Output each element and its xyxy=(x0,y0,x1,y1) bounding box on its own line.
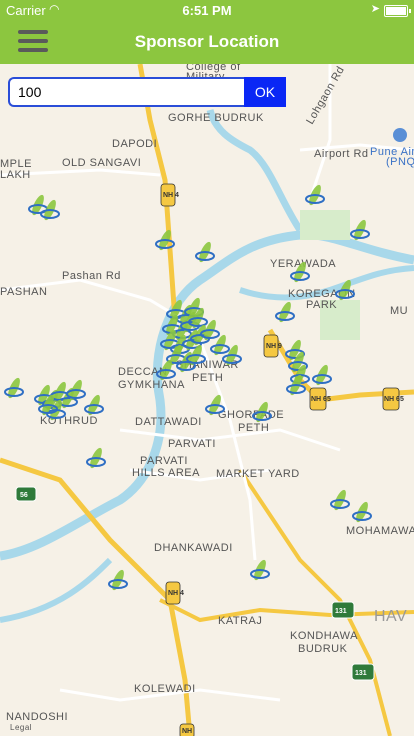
sponsor-leaf-marker-icon[interactable] xyxy=(352,500,372,523)
map-label: KOLEWADI xyxy=(134,683,196,695)
map-label: Airport Rd xyxy=(314,148,369,160)
sponsor-leaf-marker-icon[interactable] xyxy=(350,218,370,241)
nav-bar: Sponsor Location xyxy=(0,20,414,64)
airport-icon xyxy=(393,128,407,142)
map-label: NANDOSHI xyxy=(6,711,68,723)
map-label: MARKET YARD xyxy=(216,468,300,480)
legal-link[interactable]: Legal xyxy=(10,723,32,732)
road-shield: NH 9 xyxy=(263,334,282,358)
sponsor-leaf-marker-icon[interactable] xyxy=(108,568,128,591)
river-south xyxy=(0,557,113,623)
map-label: HAV xyxy=(374,608,407,625)
map-label: DHANKAWADI xyxy=(154,542,233,554)
road-shield: NH xyxy=(179,723,195,736)
sponsor-leaf-marker-icon[interactable] xyxy=(275,300,295,323)
map-label: PARVATI xyxy=(140,455,188,467)
map-label: PARVATI xyxy=(168,438,216,450)
svg-text:NH: NH xyxy=(182,728,192,735)
svg-text:131: 131 xyxy=(355,670,367,677)
map-label: (PNQ) xyxy=(386,156,414,168)
road-shield: NH 4 xyxy=(165,581,184,605)
sponsor-leaf-marker-icon[interactable] xyxy=(250,558,270,581)
sponsor-leaf-marker-icon[interactable] xyxy=(4,376,24,399)
map-label: PASHAN xyxy=(0,286,47,298)
map-label: PETH xyxy=(238,422,269,434)
map-label: GYMKHANA xyxy=(118,379,185,391)
river-branch xyxy=(206,108,303,232)
road-shield: NH 65 xyxy=(309,387,331,411)
road-shield: 56 xyxy=(15,486,37,502)
status-bar: Carrier ◠ 6:51 PM ➤ xyxy=(0,0,414,20)
park xyxy=(300,210,350,240)
map-label: HILLS AREA xyxy=(132,467,200,479)
battery-icon xyxy=(384,5,411,17)
svg-text:NH 4: NH 4 xyxy=(168,590,184,597)
search-input[interactable] xyxy=(8,77,244,107)
map-label: OLD SANGAVI xyxy=(62,157,141,169)
sponsor-leaf-marker-icon[interactable] xyxy=(312,363,332,386)
map-label: LAKH xyxy=(0,169,31,181)
highway xyxy=(238,468,392,736)
map-label: DAPODI xyxy=(112,138,157,150)
map-label: MOHAMAWA xyxy=(346,525,414,537)
sponsor-leaf-marker-icon[interactable] xyxy=(40,198,60,221)
sponsor-leaf-marker-icon[interactable] xyxy=(84,393,104,416)
map-label: KATRAJ xyxy=(218,615,262,627)
map-label: PARK xyxy=(306,299,337,311)
svg-text:NH 9: NH 9 xyxy=(266,343,282,350)
road-shield: 131 xyxy=(351,663,375,681)
page-title: Sponsor Location xyxy=(134,32,280,51)
map-label: GHORPADE xyxy=(218,409,284,421)
map-canvas: College of Military GORHE BUDRUK Lohgaon… xyxy=(0,64,414,736)
map-label: DATTAWADI xyxy=(135,416,202,428)
road-shield: NH 4 xyxy=(160,183,179,207)
ok-button[interactable]: OK xyxy=(244,77,286,107)
sponsor-leaf-marker-icon[interactable] xyxy=(195,240,215,263)
svg-text:56: 56 xyxy=(20,492,28,499)
map-label: BUDRUK xyxy=(298,643,348,655)
map-label: Pashan Rd xyxy=(62,270,121,282)
svg-text:NH 4: NH 4 xyxy=(163,192,179,199)
map-label: Lohgaon Rd xyxy=(304,64,347,126)
map-label: GORHE BUDRUK xyxy=(168,112,264,124)
svg-text:NH 65: NH 65 xyxy=(311,396,331,403)
sponsor-leaf-marker-icon[interactable] xyxy=(330,488,350,511)
map-view[interactable]: College of Military GORHE BUDRUK Lohgaon… xyxy=(0,64,414,736)
map-label: KONDHAWA xyxy=(290,630,358,642)
clock-time: 6:51 PM xyxy=(182,3,232,18)
location-arrow-icon: ➤ xyxy=(370,3,380,15)
svg-text:131: 131 xyxy=(335,608,347,615)
map-label: PETH xyxy=(192,372,223,384)
map-label: MU xyxy=(390,305,408,317)
road-shield: 131 xyxy=(331,601,355,619)
sponsor-leaf-marker-icon[interactable] xyxy=(86,446,106,469)
search-bar: OK xyxy=(8,77,286,107)
sponsor-leaf-marker-icon[interactable] xyxy=(28,193,48,216)
svg-text:NH 65: NH 65 xyxy=(384,396,404,403)
